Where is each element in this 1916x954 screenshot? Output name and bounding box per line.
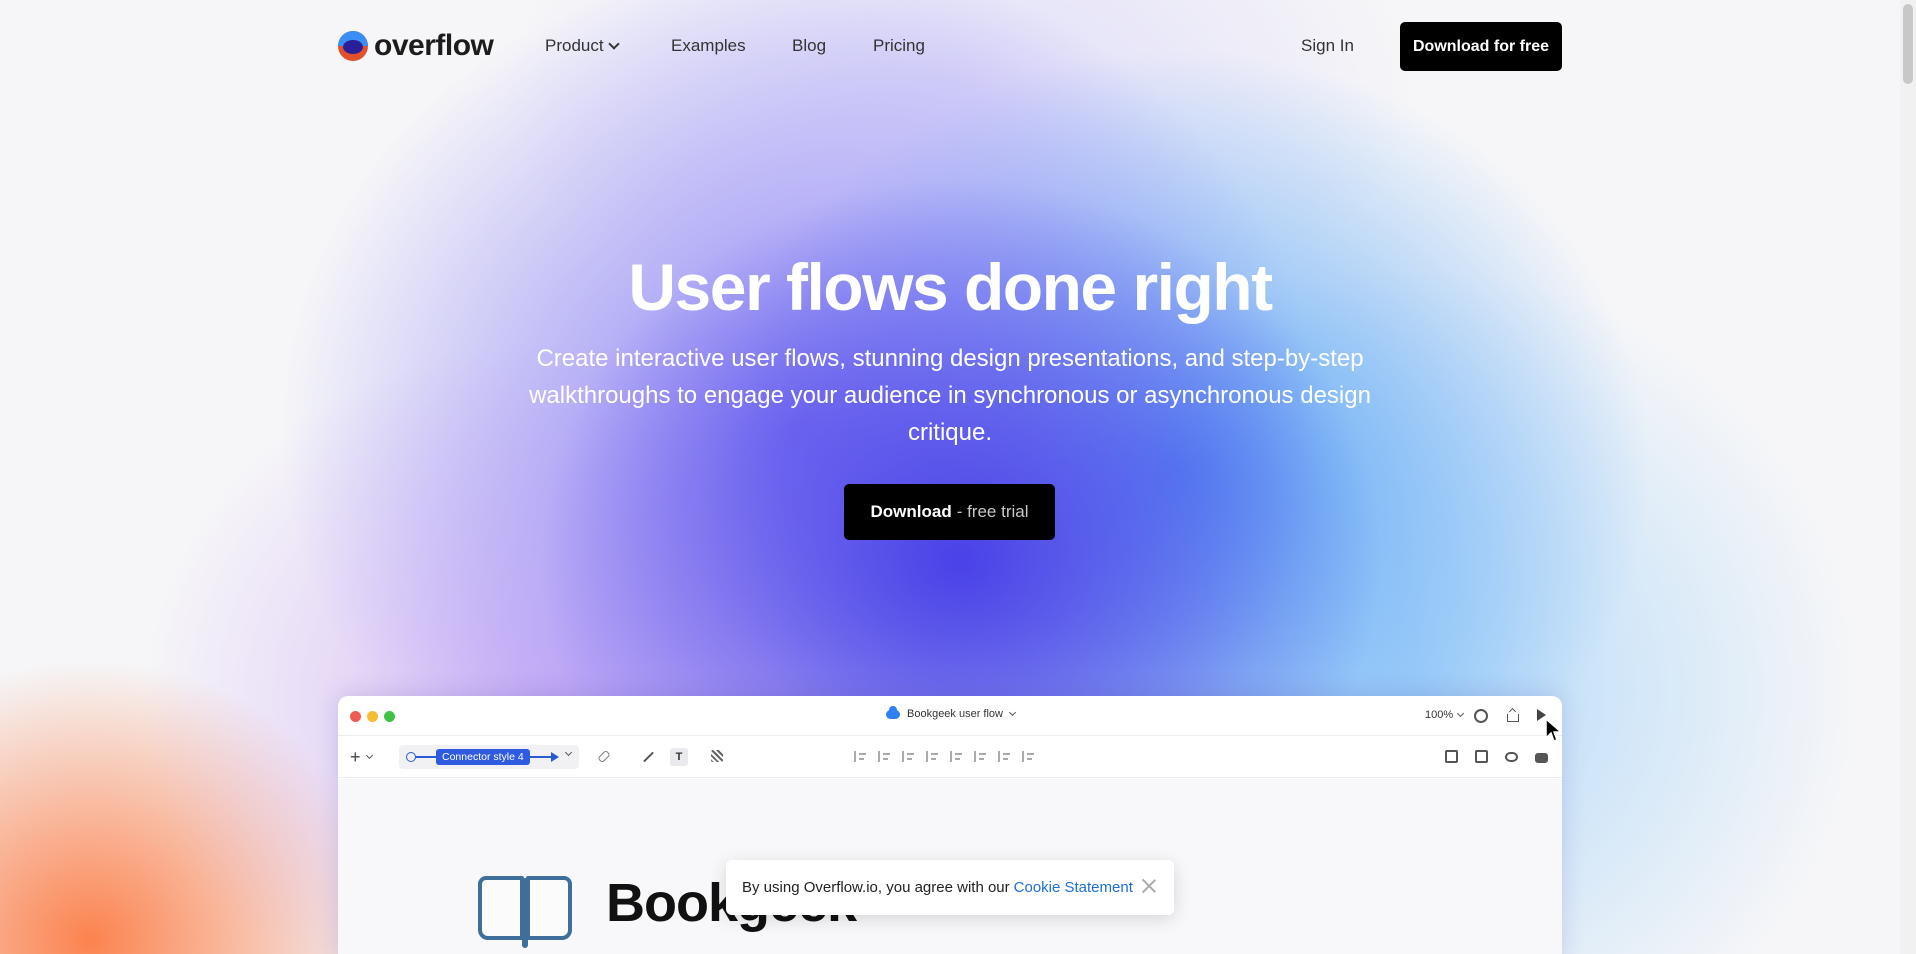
- document-title-label: Bookgeek user flow: [907, 708, 1003, 720]
- align-middle-icon[interactable]: [950, 751, 962, 762]
- logo-text: overflow: [374, 29, 494, 62]
- nav-link-blog[interactable]: Blog: [792, 36, 826, 56]
- hero-title: User flows done right: [628, 250, 1273, 324]
- connector-style-label: Connector style 4: [436, 749, 530, 765]
- connector-style-select[interactable]: Connector style 4: [399, 745, 579, 769]
- connector-start-icon: [406, 752, 416, 762]
- cloud-icon: [886, 705, 900, 719]
- cta-light-text: - free trial: [956, 502, 1029, 521]
- text-icon[interactable]: T: [670, 748, 688, 766]
- layers-icon[interactable]: [1445, 750, 1458, 763]
- cookie-banner: By using Overflow.io, you agree with our…: [726, 860, 1174, 915]
- close-icon[interactable]: [1140, 877, 1158, 895]
- chevron-down-icon: [1457, 709, 1465, 718]
- chevron-down-icon: [607, 38, 620, 50]
- window-minimize-dot: [367, 711, 378, 722]
- top-navigation: overflow Product Examples Blog Pricing S…: [0, 0, 1900, 94]
- avatar-icon[interactable]: [1474, 709, 1488, 723]
- download-free-trial-button[interactable]: Download - free trial: [844, 484, 1055, 540]
- chevron-down-icon: [365, 751, 373, 760]
- frame-icon[interactable]: [1475, 750, 1488, 763]
- hero-subtitle: Create interactive user flows, stunning …: [529, 345, 1371, 446]
- nav-link-product-label: Product: [545, 36, 604, 55]
- cookie-text: By using Overflow.io, you agree with our: [742, 879, 1010, 896]
- align-right-icon[interactable]: [902, 751, 914, 762]
- align-bottom-icon[interactable]: [974, 751, 986, 762]
- align-left-icon[interactable]: [854, 751, 866, 762]
- align-top-icon[interactable]: [926, 751, 938, 762]
- logo[interactable]: overflow: [338, 29, 494, 62]
- distribute-vertical-icon[interactable]: [1022, 751, 1034, 762]
- zoom-select[interactable]: 100%: [1425, 709, 1465, 721]
- sign-in-link[interactable]: Sign In: [1301, 36, 1354, 56]
- logo-icon: [338, 31, 368, 61]
- chevron-down-icon: [1008, 708, 1017, 717]
- window-titlebar: Bookgeek user flow 100%: [338, 696, 1562, 736]
- scrollbar-thumb[interactable]: [1903, 4, 1913, 84]
- link-icon[interactable]: [597, 749, 611, 764]
- scrollbar[interactable]: [1900, 0, 1916, 954]
- zoom-value: 100%: [1425, 709, 1454, 721]
- app-preview-window: Bookgeek user flow 100% + Connector styl…: [338, 696, 1562, 954]
- share-icon[interactable]: [1505, 708, 1519, 722]
- add-button[interactable]: +: [350, 747, 373, 767]
- window-maximize-dot: [384, 711, 395, 722]
- nav-link-product[interactable]: Product: [545, 36, 620, 56]
- editor-toolbar: + Connector style 4 T: [338, 736, 1562, 778]
- view-tools: [1445, 750, 1548, 763]
- lock-icon[interactable]: [1535, 753, 1548, 763]
- pattern-icon[interactable]: [711, 750, 723, 762]
- nav-link-pricing[interactable]: Pricing: [873, 36, 925, 56]
- chevron-down-icon: [564, 748, 573, 757]
- nav-link-examples[interactable]: Examples: [671, 36, 746, 56]
- eye-icon[interactable]: [1505, 752, 1518, 762]
- connector-arrow-icon: [551, 752, 559, 762]
- pen-icon[interactable]: [643, 751, 654, 763]
- book-icon: [476, 874, 574, 948]
- document-title[interactable]: Bookgeek user flow: [886, 705, 1017, 720]
- download-for-free-button[interactable]: Download for free: [1400, 22, 1562, 71]
- plus-icon: +: [350, 747, 361, 767]
- align-tools: [854, 751, 1034, 762]
- align-center-icon[interactable]: [878, 751, 890, 762]
- window-close-dot: [350, 711, 361, 722]
- cookie-statement-link[interactable]: Cookie Statement: [1014, 879, 1133, 896]
- distribute-horizontal-icon[interactable]: [998, 751, 1010, 762]
- cta-bold-text: Download: [870, 502, 952, 521]
